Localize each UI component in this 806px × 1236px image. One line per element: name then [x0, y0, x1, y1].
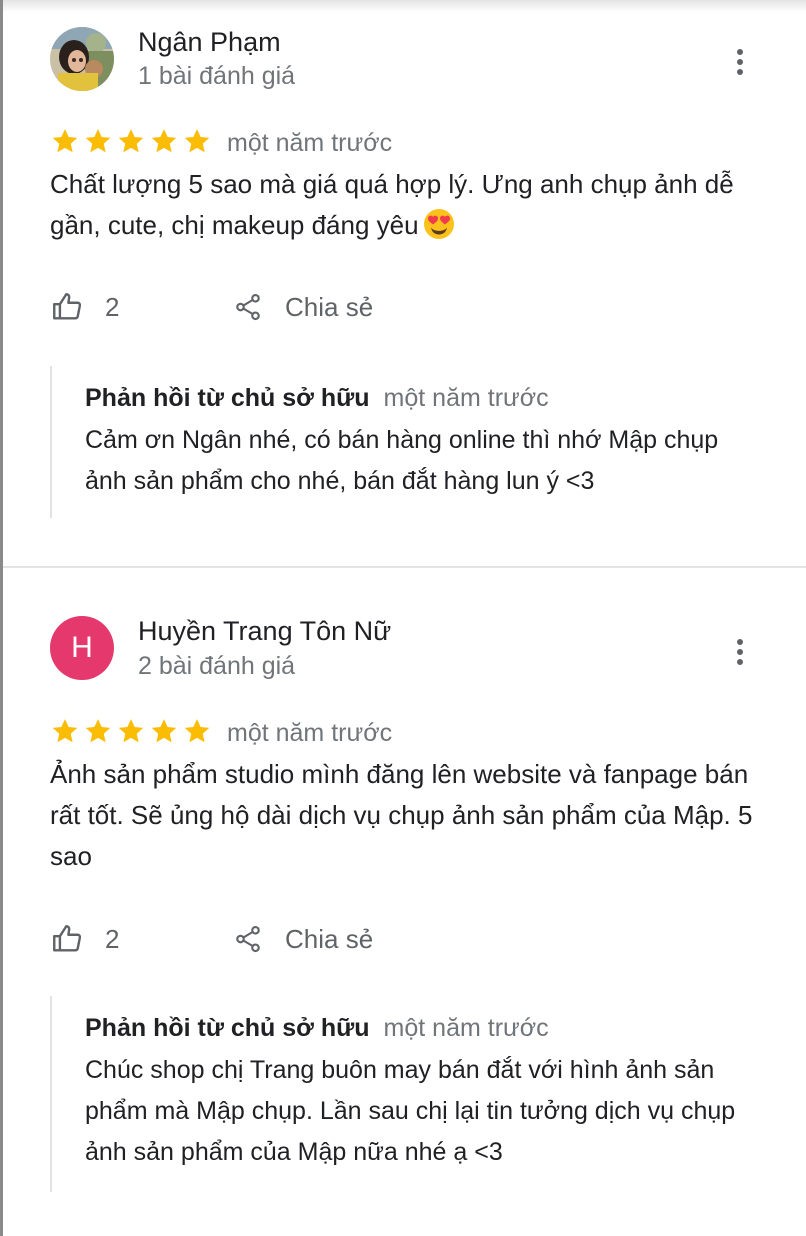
share-icon[interactable] [233, 291, 263, 323]
star-icon [184, 719, 210, 743]
review-card: H Huyền Trang Tôn Nữ 2 bài đánh giá một … [0, 568, 806, 1236]
author-review-count: 1 bài đánh giá [138, 62, 296, 90]
review-actions: 2 Chia sẻ [50, 919, 450, 959]
share-icon[interactable] [233, 923, 263, 955]
share-button[interactable]: Chia sẻ [285, 292, 373, 323]
star-icon [85, 129, 111, 153]
star-rating [50, 716, 215, 746]
avatar-photo-icon [50, 27, 114, 91]
author-review-count: 2 bài đánh giá [138, 652, 296, 680]
review-actions: 2 Chia sẻ [50, 287, 450, 327]
like-count: 2 [105, 292, 120, 322]
owner-reply-label: Phản hồi từ chủ sở hữu [85, 1014, 370, 1042]
star-icon [118, 719, 144, 743]
review-date: một năm trước [227, 719, 393, 747]
owner-reply-date: một năm trước [383, 1014, 549, 1042]
thumbs-up-icon[interactable] [50, 922, 84, 956]
review-date: một năm trước [227, 129, 393, 157]
owner-reply-header: Phản hồi từ chủ sở hữu một năm trước [85, 1014, 549, 1043]
author-name[interactable]: Ngân Phạm [138, 27, 281, 58]
owner-reply-text: Chúc shop chị Trang buôn may bán đắt với… [85, 1056, 736, 1166]
star-icon [85, 719, 111, 743]
more-options-icon[interactable] [726, 45, 754, 79]
star-icon [151, 719, 177, 743]
heart-eyes-emoji-icon [423, 209, 454, 239]
more-options-icon[interactable] [726, 635, 754, 669]
author-name[interactable]: Huyền Trang Tôn Nữ [138, 616, 391, 647]
share-button[interactable]: Chia sẻ [285, 924, 373, 955]
owner-reply-text: Cảm ơn Ngân nhé, có bán hàng online thì … [85, 426, 719, 495]
star-icon [52, 719, 78, 743]
review-card: Ngân Phạm 1 bài đánh giá một năm trước C… [0, 0, 806, 567]
owner-reply: Phản hồi từ chủ sở hữu một năm trước Chúc… [50, 996, 772, 1192]
avatar[interactable]: H [50, 616, 114, 680]
avatar-letter: H [71, 631, 93, 664]
avatar[interactable] [50, 27, 114, 91]
review-text: Chất lượng 5 sao mà giá quá hợp lý. Ưng … [50, 164, 770, 246]
owner-reply-label: Phản hồi từ chủ sở hữu [85, 384, 370, 412]
owner-reply-header: Phản hồi từ chủ sở hữu một năm trước [85, 384, 549, 413]
owner-reply: Phản hồi từ chủ sở hữu một năm trước Cảm … [50, 366, 772, 518]
owner-reply-date: một năm trước [383, 384, 549, 412]
star-icon [151, 129, 177, 153]
star-icon [184, 129, 210, 153]
review-text-content: Chất lượng 5 sao mà giá quá hợp lý. Ưng … [50, 169, 734, 240]
star-rating [50, 126, 215, 156]
star-icon [52, 129, 78, 153]
thumbs-up-icon[interactable] [50, 290, 84, 324]
star-icon [118, 129, 144, 153]
review-text: Ảnh sản phẩm studio mình đăng lên websit… [50, 759, 753, 871]
like-count: 2 [105, 924, 120, 954]
